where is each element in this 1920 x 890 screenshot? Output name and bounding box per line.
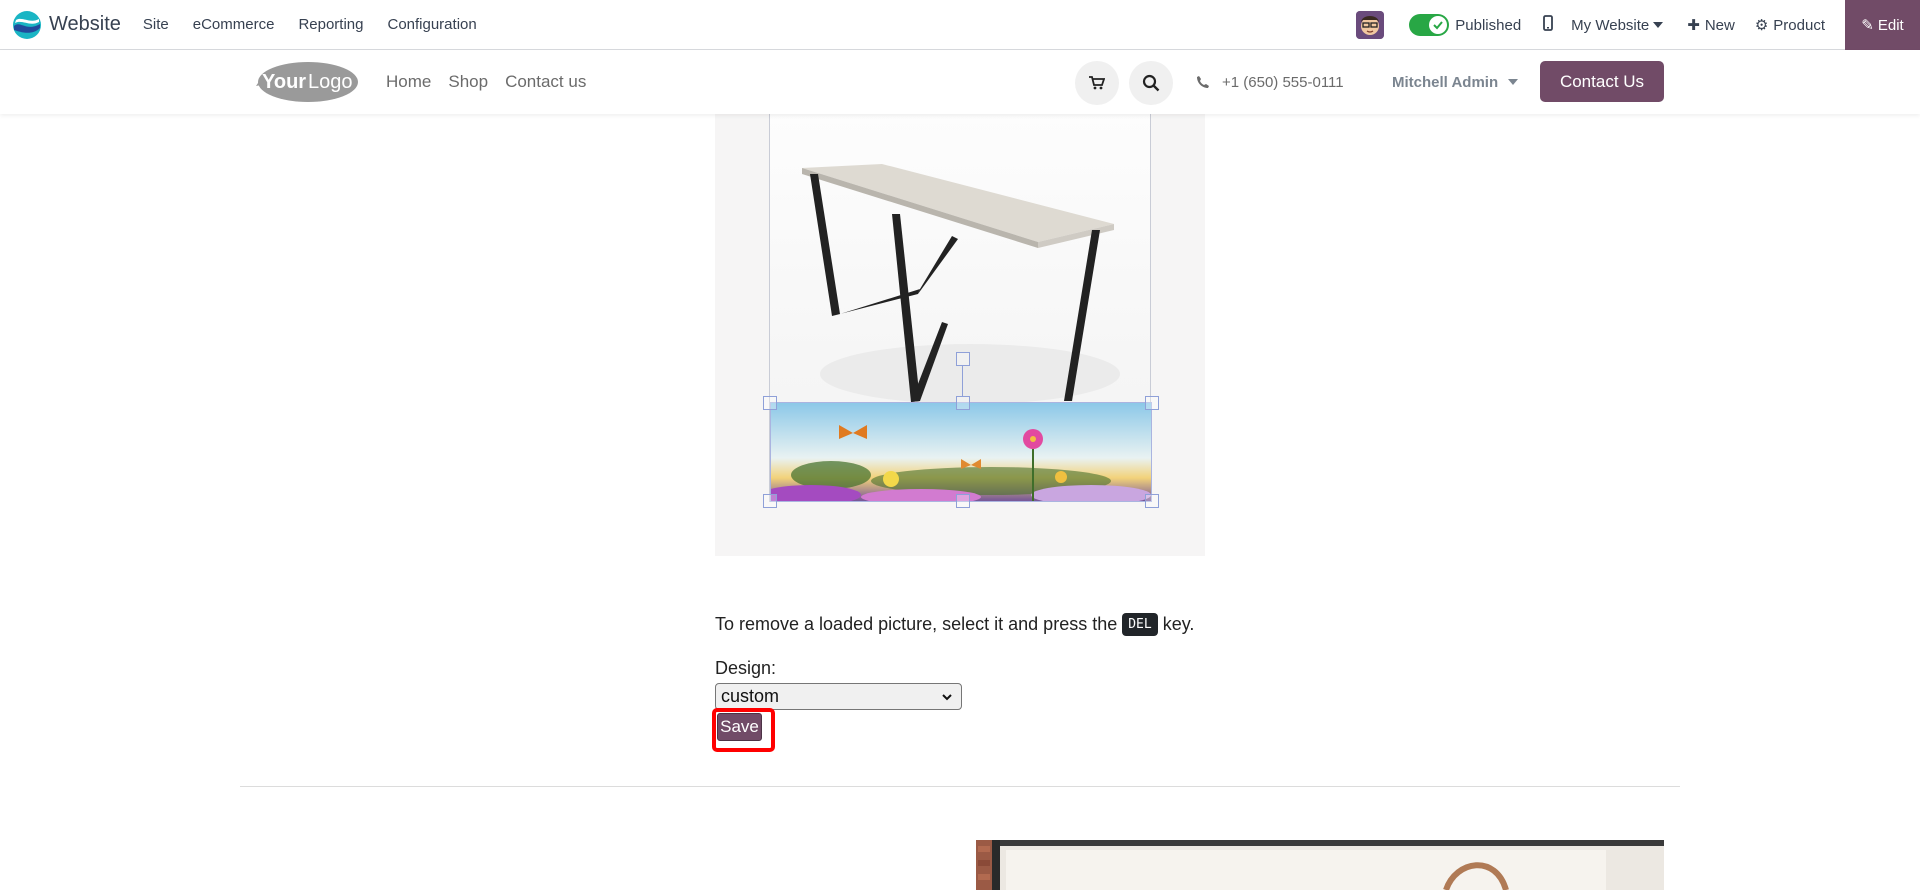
design-select-value: custom — [721, 686, 780, 706]
plus-icon: ✚ — [1687, 17, 1700, 34]
site-nav: Home Shop Contact us — [386, 50, 603, 114]
edit-button[interactable]: ✎ Edit — [1845, 0, 1920, 50]
resize-handle[interactable] — [1145, 396, 1159, 410]
contact-us-button[interactable]: Contact Us — [1540, 61, 1664, 102]
design-select[interactable]: custom — [715, 683, 962, 710]
site-logo[interactable]: Your Logo — [256, 60, 360, 104]
hint-text-before: To remove a loaded picture, select it an… — [715, 614, 1118, 634]
user-name: Mitchell Admin — [1392, 73, 1499, 91]
bottom-picture — [976, 840, 1664, 890]
publish-toggle[interactable]: Published — [1409, 14, 1521, 36]
website-switcher-label: My Website — [1571, 16, 1650, 34]
chevron-down-icon — [1508, 79, 1519, 85]
search-icon — [1142, 74, 1160, 92]
save-button[interactable]: Save — [717, 713, 762, 741]
hint-text-after: key. — [1162, 614, 1195, 634]
user-menu[interactable]: Mitchell Admin — [1392, 50, 1519, 114]
new-label: New — [1704, 16, 1735, 34]
nav-shop[interactable]: Shop — [448, 72, 488, 92]
website-switcher[interactable]: My Website — [1571, 16, 1664, 34]
uploaded-flower-image[interactable] — [770, 402, 1152, 502]
new-button[interactable]: ✚ New — [1687, 16, 1735, 35]
mobile-preview-icon[interactable] — [1543, 14, 1554, 36]
avatar[interactable] — [1356, 11, 1385, 39]
bottom-product-image — [976, 840, 1664, 890]
resize-handle[interactable] — [1145, 494, 1159, 508]
menu-ecommerce[interactable]: eCommerce — [181, 0, 287, 50]
rotate-handle-stem — [962, 366, 963, 396]
nav-home[interactable]: Home — [386, 72, 431, 92]
cart-icon — [1089, 76, 1105, 90]
app-brand[interactable]: Website — [12, 10, 121, 40]
product-label: Product — [1773, 16, 1825, 34]
phone-link[interactable]: +1 (650) 555-0111 — [1196, 50, 1344, 114]
svg-text:Your: Your — [262, 71, 306, 93]
cart-button[interactable] — [1075, 61, 1119, 105]
phone-number: +1 (650) 555-0111 — [1222, 73, 1344, 91]
resize-handle[interactable] — [763, 494, 777, 508]
avatar-face-icon — [1356, 11, 1385, 39]
rotate-handle[interactable] — [956, 352, 970, 366]
website-app-icon — [13, 10, 41, 39]
resize-handle[interactable] — [956, 396, 970, 410]
remove-picture-hint: To remove a loaded picture, select it an… — [715, 613, 1194, 636]
odoo-topbar: Website Site eCommerce Reporting Configu… — [0, 0, 1920, 50]
svg-text:Logo: Logo — [308, 71, 353, 93]
nav-contact-us[interactable]: Contact us — [505, 72, 586, 92]
gear-icon: ⚙ — [1754, 17, 1769, 34]
chevron-down-icon — [1653, 22, 1664, 28]
published-label: Published — [1455, 16, 1522, 34]
main-menu: Site eCommerce Reporting Configuration — [131, 0, 489, 50]
resize-handle[interactable] — [956, 494, 970, 508]
pencil-icon: ✎ — [1861, 17, 1874, 34]
del-key-badge: DEL — [1122, 613, 1158, 636]
flower-picture — [771, 403, 1151, 501]
toggle-switch[interactable] — [1409, 14, 1450, 36]
edit-label: Edit — [1877, 16, 1904, 34]
phone-icon — [1197, 76, 1209, 88]
app-name: Website — [49, 13, 121, 35]
design-label: Design: — [715, 658, 777, 678]
divider — [240, 786, 1680, 787]
site-header: Your Logo Home Shop Contact us +1 (650) … — [0, 50, 1920, 114]
search-button[interactable] — [1129, 61, 1173, 105]
chevron-down-icon — [942, 694, 952, 701]
menu-site[interactable]: Site — [131, 0, 181, 50]
topbar-right: Published My Website ✚ New ⚙ Product ✎ E… — [1356, 0, 1920, 50]
product-button[interactable]: ⚙ Product — [1754, 16, 1825, 35]
menu-reporting[interactable]: Reporting — [286, 0, 375, 50]
menu-configuration[interactable]: Configuration — [375, 0, 488, 50]
check-icon — [1429, 16, 1448, 34]
resize-handle[interactable] — [763, 396, 777, 410]
